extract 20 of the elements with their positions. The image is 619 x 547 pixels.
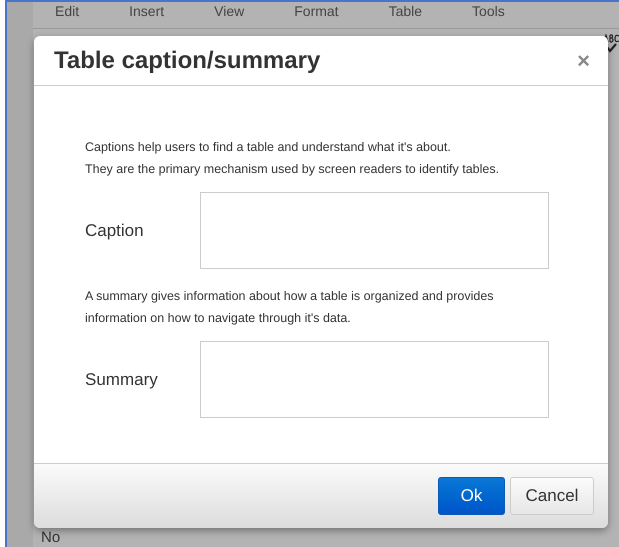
- cancel-button[interactable]: Cancel: [510, 477, 594, 515]
- menu-item[interactable]: Tools: [472, 3, 505, 19]
- close-button[interactable]: ×: [577, 50, 590, 72]
- menu-item[interactable]: Edit: [55, 3, 80, 19]
- description-text: A summary gives information about how a table is organized and provides: [85, 288, 495, 305]
- menu-item[interactable]: Table: [388, 3, 422, 19]
- ok-button[interactable]: Ok: [438, 477, 505, 515]
- description-text: They are the primary mechanism used by screen readers to identify tables.: [85, 161, 500, 178]
- field-label: Summary: [85, 368, 159, 391]
- field-label: Caption: [85, 220, 145, 242]
- dialog-title: Table caption/summary: [54, 46, 320, 76]
- description-text: information on how to navigate through it's data.: [85, 310, 352, 327]
- menu-item[interactable]: View: [214, 3, 244, 19]
- input-field[interactable]: [200, 341, 549, 418]
- editor-text: No: [41, 530, 60, 546]
- spellcheck-icon[interactable]: [603, 34, 619, 54]
- menu-item[interactable]: Format: [294, 3, 339, 19]
- input-field[interactable]: [200, 192, 549, 269]
- menu-item[interactable]: Insert: [129, 3, 164, 19]
- description-text: Captions help users to find a table and understand what it's about.: [85, 139, 452, 156]
